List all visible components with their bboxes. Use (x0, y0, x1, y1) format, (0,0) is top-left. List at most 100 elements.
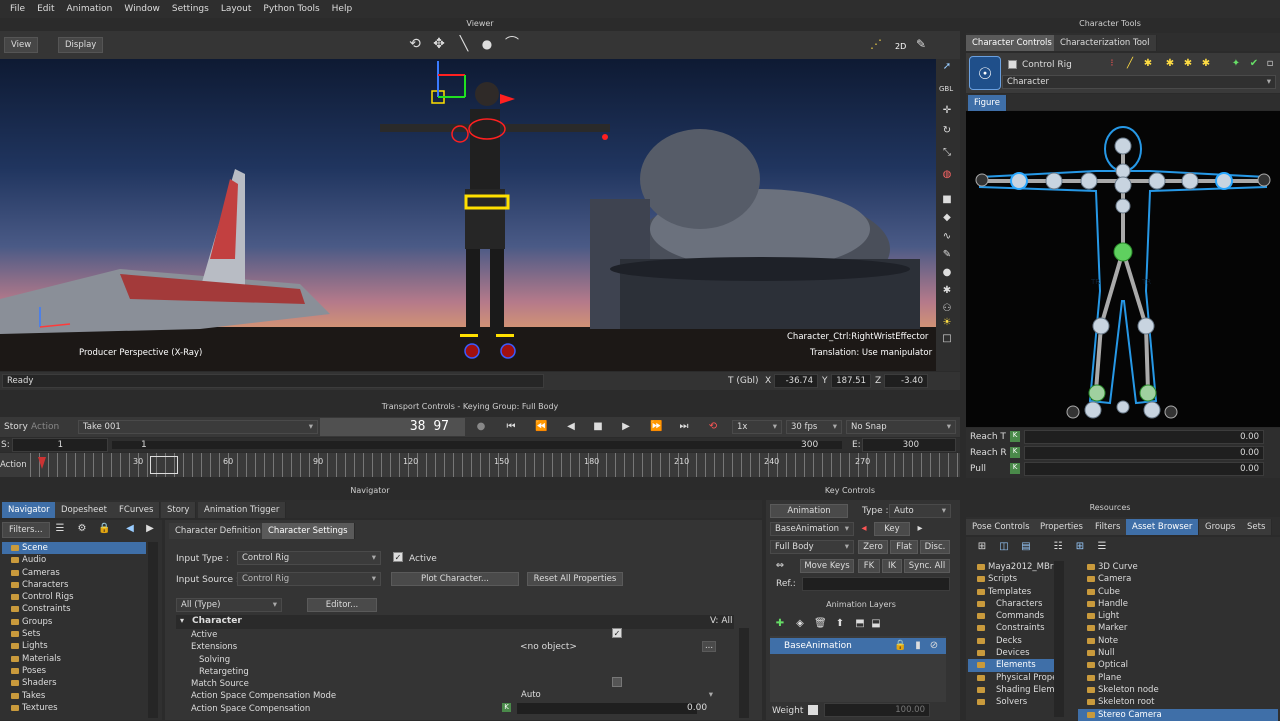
asset-skeleton-root[interactable]: Skeleton root (1078, 696, 1278, 708)
ref-field[interactable] (802, 577, 950, 591)
curve-icon[interactable]: ∿ (941, 231, 953, 243)
forward-icon[interactable]: ▶ (144, 523, 156, 535)
asset-marker[interactable]: Marker (1078, 622, 1278, 634)
box-icon[interactable]: ◆ (941, 212, 953, 224)
tree-item-shaders[interactable]: Shaders (2, 677, 146, 689)
display-button[interactable]: Display (58, 37, 104, 53)
start-value[interactable]: 1 (12, 438, 108, 452)
active-checkbox[interactable]: ✓ (393, 552, 403, 562)
menu-edit[interactable]: Edit (37, 4, 54, 14)
menu-window[interactable]: Window (124, 4, 160, 14)
rotate-icon[interactable]: ↻ (941, 125, 953, 137)
tab-properties[interactable]: Properties (1034, 519, 1090, 535)
nodes-icon[interactable]: ⚇ (941, 303, 953, 315)
tab-figure[interactable]: Figure (968, 95, 1007, 111)
plot-character-button[interactable]: Plot Character... (391, 572, 519, 586)
key-mode-icon[interactable]: ⇔ (774, 560, 786, 572)
layer-up-icon[interactable]: ⬆ (834, 618, 846, 630)
asset-skeleton-node[interactable]: Skeleton node (1078, 684, 1278, 696)
asset-null[interactable]: Null (1078, 647, 1278, 659)
cube-icon[interactable]: ■ (941, 194, 953, 206)
tab-fcurves[interactable]: FCurves (113, 502, 161, 518)
y-value[interactable]: 187.51 (831, 374, 871, 388)
menu-python-tools[interactable]: Python Tools (263, 4, 319, 14)
view-button[interactable]: View (4, 37, 39, 53)
add-layer-icon[interactable]: ✚ (774, 618, 786, 630)
asset-stereo-camera[interactable]: Stereo Camera (1078, 708, 1278, 721)
asset-camera[interactable]: Camera (1078, 573, 1278, 585)
rig-tool-5-icon[interactable]: ✱ (1182, 58, 1194, 70)
play-icon[interactable]: ▶ (620, 421, 632, 433)
sphere-icon[interactable]: ● (941, 267, 953, 279)
asset-plane[interactable]: Plane (1078, 672, 1278, 684)
rig-tool-3-icon[interactable]: ✱ (1142, 58, 1154, 70)
prop-retargeting[interactable]: Retargeting (191, 666, 511, 678)
compensation-slider[interactable] (517, 703, 697, 714)
tab-asset-browser[interactable]: Asset Browser (1126, 519, 1200, 535)
filters-button[interactable]: Filters... (2, 522, 50, 538)
extensions-browse-button[interactable]: ... (702, 641, 716, 652)
snap-icon[interactable]: ⋰ (870, 38, 882, 50)
folder-commands[interactable]: Commands (968, 610, 1054, 622)
end-value[interactable]: 300 (862, 438, 956, 452)
asset-handle[interactable]: Handle (1078, 598, 1278, 610)
play-back-icon[interactable]: ◀ (565, 421, 577, 433)
global-icon[interactable]: GBL (939, 85, 953, 93)
tree-item-takes[interactable]: Takes (2, 690, 146, 702)
viewport[interactable]: Producer Perspective (X-Ray) Character_C… (0, 59, 936, 371)
match-source-checkbox[interactable] (612, 677, 622, 687)
rig-tool-4-icon[interactable]: ✱ (1164, 58, 1176, 70)
collapse-arrow-icon[interactable]: ▾ (180, 616, 184, 625)
rig-tool-9-icon[interactable]: ▫ (1264, 58, 1276, 70)
move-keys-button[interactable]: Move Keys (800, 559, 854, 573)
asset-cube[interactable]: Cube (1078, 586, 1278, 598)
select-icon[interactable]: ➚ (941, 61, 953, 73)
tab-filters[interactable]: Filters (1089, 519, 1128, 535)
folder-decks[interactable]: Decks (968, 635, 1054, 647)
disc-button[interactable]: Disc. (920, 540, 950, 554)
goto-end-icon[interactable]: ⏭ (678, 421, 690, 433)
editor-button[interactable]: Editor... (307, 598, 377, 612)
next-key-button-icon[interactable]: ▸ (914, 523, 926, 535)
speed-combo[interactable]: 1x (732, 420, 782, 434)
folder-solvers[interactable]: Solvers (968, 696, 1054, 708)
tab-pose-controls[interactable]: Pose Controls (966, 519, 1037, 535)
folder-scrollbar[interactable] (1054, 561, 1064, 717)
asset-light[interactable]: Light (1078, 610, 1278, 622)
tab-sets[interactable]: Sets (1241, 519, 1273, 535)
delete-layer-icon[interactable]: 🗑 (814, 618, 827, 630)
tree-item-textures[interactable]: Textures (2, 702, 146, 714)
key-button[interactable]: Key (874, 522, 910, 536)
tr-right-label[interactable]: TR (1142, 278, 1151, 286)
menu-layout[interactable]: Layout (221, 4, 252, 14)
tree-item-audio[interactable]: Audio (2, 554, 146, 566)
v-all-label[interactable]: V: All (710, 616, 732, 626)
back-icon[interactable]: ◀ (124, 523, 136, 535)
properties-scrollbar[interactable] (739, 628, 749, 718)
record-icon[interactable]: ● (475, 421, 487, 433)
weight-value[interactable]: 100.00 (824, 703, 930, 717)
reach-r-slider[interactable]: 0.00 (1024, 446, 1264, 460)
tree-view-icon[interactable]: ⊞ (976, 541, 988, 553)
key-type-combo[interactable]: Auto (889, 504, 951, 518)
action-mode-label[interactable]: Action (31, 422, 59, 432)
tab-story[interactable]: Story (161, 502, 197, 518)
snap-combo[interactable]: No Snap (846, 420, 956, 434)
icon-view-icon[interactable]: ⊞ (1074, 541, 1086, 553)
arc-icon[interactable]: ⌒ (505, 37, 519, 51)
playhead[interactable] (150, 456, 178, 474)
tree-item-constraints[interactable]: Constraints (2, 603, 146, 615)
compensation-key-icon[interactable]: K (502, 703, 511, 712)
layer-lock-icon[interactable]: 🔒 (894, 640, 906, 652)
split-view-icon[interactable]: ◫ (998, 541, 1010, 553)
folder-shading-elements[interactable]: Shading Eleme (968, 684, 1054, 696)
timeline[interactable]: Action 30 60 90 120 150 180 210 240 270 (0, 453, 960, 477)
rig-tool-2-icon[interactable]: ╱ (1124, 58, 1136, 70)
rig-tool-1-icon[interactable]: ⁝ (1106, 58, 1118, 70)
tab-navigator[interactable]: Navigator (2, 502, 57, 518)
folder-templates[interactable]: Templates (968, 586, 1054, 598)
tr-left-label[interactable]: TR (1091, 278, 1100, 286)
tree-item-characters[interactable]: Characters (2, 579, 146, 591)
flat-button[interactable]: Flat (890, 540, 918, 554)
zoom-icon[interactable]: ● (481, 38, 493, 50)
